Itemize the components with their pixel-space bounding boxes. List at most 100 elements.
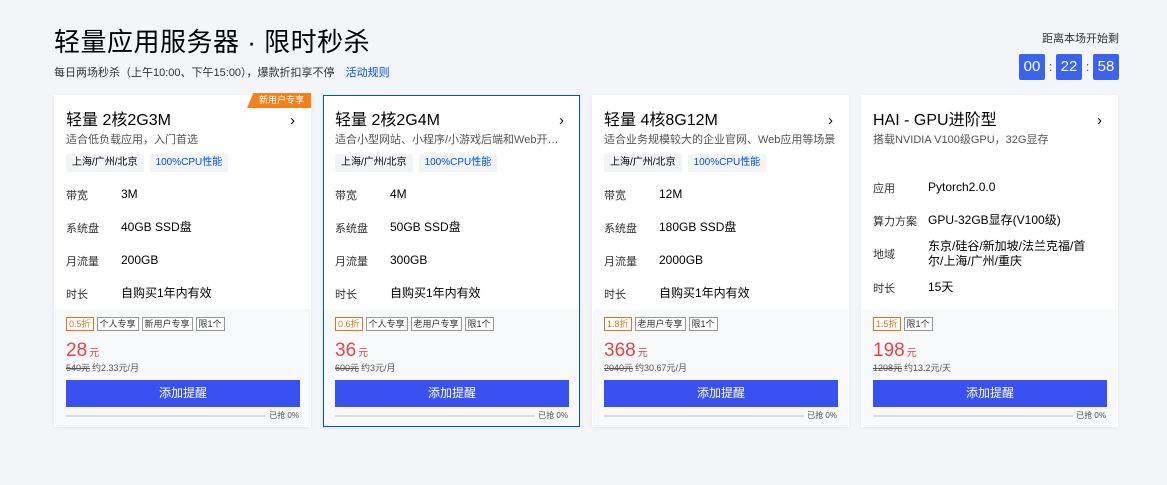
spec-row: 月流量 300GB <box>335 244 568 277</box>
chevron-right-icon[interactable]: › <box>1097 112 1102 130</box>
badge: 个人专享 <box>365 317 408 331</box>
spec-row: 系统盘 180GB SSD盘 <box>604 211 837 244</box>
spec-label: 系统盘 <box>604 222 637 235</box>
sold-progress-bar <box>604 414 804 417</box>
original-price: 540元 <box>66 363 91 373</box>
spec-value: GPU-32GB显存(V100级) <box>928 213 1061 227</box>
spec-label: 系统盘 <box>66 222 99 235</box>
original-price-row: 540元 约2.33元/月 <box>66 362 299 374</box>
spec-label: 月流量 <box>335 255 368 268</box>
new-user-corner-tag: 新用户专享 <box>246 93 311 108</box>
sold-percent: 已抢 0% <box>269 411 299 420</box>
add-reminder-button[interactable]: 添加提醒 <box>873 380 1107 407</box>
spec-label: 带宽 <box>335 189 357 202</box>
chevron-right-icon[interactable]: › <box>559 112 564 130</box>
spec-row: 带宽 4M <box>335 178 568 211</box>
spec-value: 3M <box>121 187 138 201</box>
badge: 老用户专享 <box>410 317 462 331</box>
spec-row: 月流量 200GB <box>66 244 299 277</box>
badge: 老用户专享 <box>634 317 686 331</box>
cpu-tag: 100%CPU性能 <box>687 154 767 172</box>
spec-row: 地域 东京/硅谷/新加坡/法兰克福/首尔/上海/广州/重庆 <box>873 237 1106 271</box>
add-reminder-button[interactable]: 添加提醒 <box>335 380 569 407</box>
price-unit: 元 <box>89 348 100 359</box>
badge-row: 1.5折 限1个 <box>873 317 1106 331</box>
product-cards: 新用户专享 轻量 2核2G3M › 适合低负载应用，入门首选 上海/广州/北京 … <box>54 93 1118 427</box>
spec-row: 月流量 2000GB <box>604 244 837 277</box>
sold-progress-bar <box>335 414 535 417</box>
product-card[interactable]: 轻量 4核8G12M › 适合业务规模较大的企业官网、Web应用等场景 上海/广… <box>592 95 849 427</box>
countdown-seconds: 58 <box>1093 54 1119 80</box>
sold-progress-row: 已抢 0% <box>66 410 299 421</box>
spec-list: 应用 Pytorch2.0.0 算力方案 GPU-32GB显存(V100级) 地域 东… <box>873 171 1106 304</box>
spec-value: 自购买1年内有效 <box>659 286 750 300</box>
price: 368 <box>604 340 636 361</box>
card-tags: 上海/广州/北京 100%CPU性能 <box>604 154 837 172</box>
card-title-row[interactable]: HAI - GPU进阶型 › <box>873 111 1106 131</box>
per-unit-price: 约3元/月 <box>361 363 396 373</box>
spec-row: 系统盘 40GB SSD盘 <box>66 211 299 244</box>
product-card[interactable]: 新用户专享 轻量 2核2G3M › 适合低负载应用，入门首选 上海/广州/北京 … <box>54 93 311 427</box>
spec-list: 带宽 12M 系统盘 180GB SSD盘 月流量 2000GB 时长 自购买1年内有效 <box>604 178 837 310</box>
price-unit: 元 <box>906 348 917 359</box>
price: 28 <box>66 340 88 361</box>
spec-value: 12M <box>659 187 683 201</box>
price-row: 28 元 <box>66 340 299 362</box>
chevron-right-icon[interactable]: › <box>290 112 295 130</box>
spec-row: 算力方案 GPU-32GB显存(V100级) <box>873 204 1106 237</box>
spec-label: 系统盘 <box>335 222 368 235</box>
card-purchase-area: 0.5折 个人专享 新用户专享 限1个 28 元 540元 约2.33元/月 添加提… <box>55 309 310 426</box>
price-row: 368 元 <box>604 340 837 362</box>
rules-link[interactable]: 活动规则 <box>346 67 390 79</box>
spec-label: 应用 <box>873 182 895 195</box>
original-price-row: 600元 约3元/月 <box>335 362 568 374</box>
per-unit-price: 约13.2元/天 <box>904 363 952 373</box>
original-price: 1208元 <box>873 363 903 373</box>
discount-badge: 0.5折 <box>66 317 94 331</box>
add-reminder-button[interactable]: 添加提醒 <box>66 380 300 407</box>
original-price: 600元 <box>335 363 360 373</box>
spec-label: 时长 <box>604 288 626 301</box>
card-title-row[interactable]: 轻量 2核2G4M › <box>335 111 568 131</box>
sold-percent: 已抢 0% <box>538 411 568 420</box>
region-tag: 上海/广州/北京 <box>604 154 682 172</box>
product-card[interactable]: HAI - GPU进阶型 › 搭载NVIDIA V100级GPU，32G显存 应… <box>861 95 1118 427</box>
badge-row: 0.6折 个人专享 老用户专享 限1个 <box>335 317 568 331</box>
spec-label: 月流量 <box>604 255 637 268</box>
card-tags: 上海/广州/北京 100%CPU性能 <box>66 154 299 172</box>
product-card[interactable]: 轻量 2核2G4M › 适合小型网站、小程序/小游戏后端和Web开发场景 上海/… <box>323 95 580 427</box>
spec-list: 带宽 3M 系统盘 40GB SSD盘 月流量 200GB 时长 自购买1年内有效 <box>66 178 299 310</box>
spec-value: 自购买1年内有效 <box>121 286 212 300</box>
sold-progress-bar <box>873 414 1073 417</box>
spec-row: 带宽 3M <box>66 178 299 211</box>
spec-value: 自购买1年内有效 <box>390 286 481 300</box>
spec-row: 系统盘 50GB SSD盘 <box>335 211 568 244</box>
card-description: 适合低负载应用，入门首选 <box>66 134 198 146</box>
price-unit: 元 <box>637 348 648 359</box>
card-title-row[interactable]: 轻量 2核2G3M › <box>66 111 299 131</box>
countdown: 距离本场开始剩 00 : 22 : 58 <box>1019 32 1119 80</box>
spec-value: 15天 <box>928 280 954 294</box>
spec-row: 时长 自购买1年内有效 <box>604 277 837 310</box>
sold-progress-row: 已抢 0% <box>604 410 837 421</box>
badge: 个人专享 <box>96 317 139 331</box>
card-purchase-area: 1.8折 老用户专享 限1个 368 元 2040元 约30.67元/月 添加提醒 … <box>593 309 848 426</box>
countdown-label: 距离本场开始剩 <box>1042 33 1119 45</box>
price-row: 36 元 <box>335 340 568 362</box>
spec-list: 带宽 4M 系统盘 50GB SSD盘 月流量 300GB 时长 自购买1年内有效 <box>335 178 568 310</box>
spec-value: 东京/硅谷/新加坡/法兰克福/首尔/上海/广州/重庆 <box>928 239 1086 268</box>
chevron-right-icon[interactable]: › <box>828 112 833 130</box>
badge: 限1个 <box>464 317 494 331</box>
page-header: 轻量应用服务器 · 限时秒杀 每日两场秒杀（上午10:00、下午15:00），爆… <box>54 26 390 80</box>
price: 198 <box>873 340 905 361</box>
original-price-row: 2040元 约30.67元/月 <box>604 362 837 374</box>
page-title: 轻量应用服务器 · 限时秒杀 <box>54 27 371 57</box>
cpu-tag: 100%CPU性能 <box>418 154 498 172</box>
add-reminder-button[interactable]: 添加提醒 <box>604 380 838 407</box>
price-row: 198 元 <box>873 340 1106 362</box>
badge: 限1个 <box>195 317 225 331</box>
subtitle-text: 每日两场秒杀（上午10:00、下午15:00），爆款折扣享不停 <box>54 67 335 79</box>
per-unit-price: 约2.33元/月 <box>92 363 140 373</box>
card-title: HAI - GPU进阶型 <box>873 112 997 129</box>
card-title-row[interactable]: 轻量 4核8G12M › <box>604 111 837 131</box>
